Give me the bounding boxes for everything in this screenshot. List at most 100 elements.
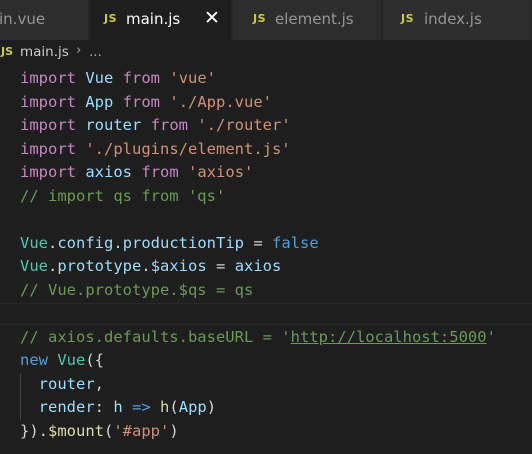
code-token: $axios bbox=[150, 257, 207, 275]
code-line[interactable]: import axios from 'axios' bbox=[0, 161, 532, 185]
code-line[interactable] bbox=[0, 208, 532, 232]
code-token: new bbox=[20, 351, 48, 369]
code-line[interactable]: // import qs from 'qs' bbox=[0, 185, 532, 209]
breadcrumb-symbols[interactable]: ... bbox=[89, 44, 102, 60]
code-token: 'axios' bbox=[188, 163, 254, 181]
code-token: axios bbox=[85, 163, 133, 181]
code-token: : bbox=[94, 398, 114, 416]
code-line[interactable]: import Vue from 'vue' bbox=[0, 67, 532, 91]
code-token: from bbox=[141, 163, 179, 181]
code-token: . bbox=[48, 257, 58, 275]
code-token: = bbox=[244, 233, 273, 252]
code-line[interactable]: new Vue({ bbox=[0, 349, 532, 373]
code-token: import bbox=[20, 92, 76, 111]
code-token: './router' bbox=[197, 116, 291, 134]
code-editor-window: in.vue JS main.js ✕ JS element.js JS ind… bbox=[0, 0, 532, 454]
code-token: config bbox=[57, 233, 114, 252]
code-token: router bbox=[85, 116, 142, 134]
code-token: prototype bbox=[57, 257, 142, 275]
js-file-icon: JS bbox=[1, 45, 14, 58]
code-token: '#app' bbox=[113, 421, 170, 440]
code-line[interactable]: Vue.config.productionTip = false bbox=[0, 232, 532, 256]
code-line[interactable]: // axios.defaults.baseURL = 'http://loca… bbox=[0, 326, 532, 350]
code-token: . bbox=[48, 233, 58, 252]
code-token: Vue bbox=[85, 69, 114, 87]
code-line[interactable]: import './plugins/element.js' bbox=[0, 138, 532, 162]
code-line[interactable]: // Vue.prototype.$qs = qs bbox=[0, 279, 532, 303]
code-line[interactable]: import router from './router' bbox=[0, 114, 532, 138]
code-token: ' bbox=[486, 327, 496, 346]
code-token: , bbox=[94, 374, 105, 393]
code-token: h bbox=[160, 398, 170, 416]
editor-tab-bar: in.vue JS main.js ✕ JS element.js JS ind… bbox=[0, 0, 532, 40]
code-token: from bbox=[122, 92, 161, 111]
tab-index-js[interactable]: JS index.js bbox=[383, 0, 532, 40]
code-token: render bbox=[38, 398, 95, 416]
code-token: // import qs from 'qs' bbox=[20, 186, 226, 205]
code-area[interactable]: import Vue from 'vue' import App from './… bbox=[0, 67, 532, 443]
code-token: Vue bbox=[20, 233, 48, 252]
code-token: . bbox=[113, 233, 123, 252]
code-token: import bbox=[20, 139, 76, 158]
code-token: from bbox=[122, 69, 161, 87]
tab-main-js[interactable]: JS main.js ✕ bbox=[90, 0, 232, 40]
code-token: App bbox=[178, 398, 207, 416]
tab-label: element.js bbox=[275, 10, 354, 28]
code-token: from bbox=[150, 116, 189, 134]
js-file-icon: JS bbox=[104, 12, 118, 25]
code-token: false bbox=[272, 233, 319, 252]
code-line[interactable] bbox=[0, 302, 532, 326]
breadcrumb-chevron-icon: › bbox=[76, 42, 82, 58]
tab-label: in.vue bbox=[0, 10, 46, 28]
code-token: axios bbox=[234, 257, 282, 275]
code-line[interactable]: router, bbox=[0, 372, 532, 396]
code-token: router bbox=[38, 374, 95, 393]
code-token: './App.vue' bbox=[169, 92, 273, 111]
code-token: Vue bbox=[20, 257, 48, 275]
breadcrumb: JS main.js › ... bbox=[0, 40, 532, 65]
code-token: => bbox=[132, 398, 151, 416]
tab-main-vue[interactable]: in.vue bbox=[0, 0, 89, 40]
code-token: }). bbox=[20, 421, 48, 440]
tab-element-js[interactable]: JS element.js bbox=[233, 0, 382, 40]
js-file-icon: JS bbox=[253, 12, 267, 25]
code-token: = bbox=[206, 257, 235, 275]
code-line[interactable]: Vue.prototype.$axios = axios bbox=[0, 255, 532, 279]
code-line[interactable]: }).$mount('#app') bbox=[0, 420, 532, 444]
code-token: $mount bbox=[48, 421, 104, 440]
code-token: ) bbox=[169, 421, 179, 440]
code-token: ({ bbox=[85, 351, 105, 369]
code-token: import bbox=[20, 116, 76, 134]
code-line[interactable]: import App from './App.vue' bbox=[0, 91, 532, 115]
breadcrumb-file[interactable]: main.js bbox=[20, 44, 69, 60]
code-token: http://localhost:5000 bbox=[290, 327, 487, 346]
code-token: // axios.defaults.baseURL = ' bbox=[20, 327, 291, 346]
code-token: ( bbox=[169, 398, 179, 416]
code-token: h bbox=[113, 398, 123, 416]
close-icon[interactable]: ✕ bbox=[204, 6, 220, 30]
code-token: 'vue' bbox=[169, 69, 217, 87]
code-token: import bbox=[20, 69, 76, 87]
code-line[interactable]: render: h => h(App) bbox=[0, 396, 532, 420]
code-token: productionTip bbox=[122, 233, 245, 252]
code-token: Vue bbox=[57, 351, 86, 369]
tab-label: index.js bbox=[424, 10, 482, 28]
tab-label: main.js bbox=[126, 10, 181, 28]
code-token: ) bbox=[206, 398, 217, 416]
